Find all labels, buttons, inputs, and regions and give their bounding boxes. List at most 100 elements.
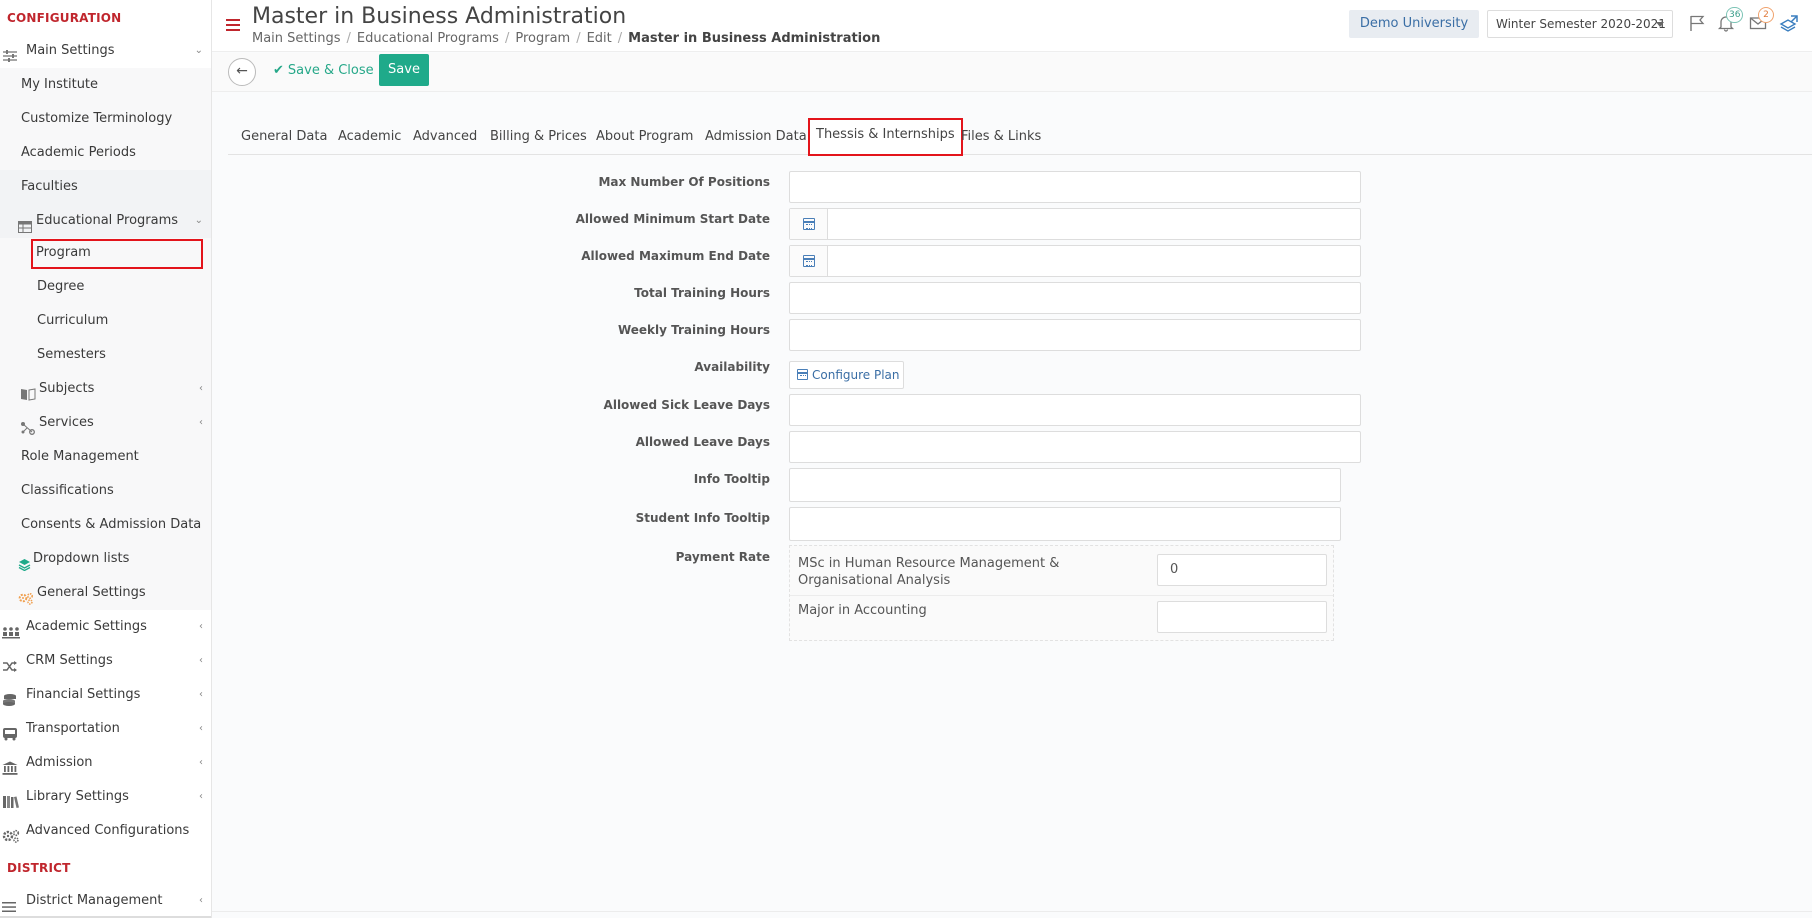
payment-rate-name: MSc in Human Resource Management & Organ… (798, 556, 1060, 588)
info-tooltip-label: Info Tooltip (693, 472, 770, 486)
max-end-date-field[interactable] (789, 245, 1361, 277)
action-toolbar: ← ✔ Save & Close Save (212, 53, 1812, 92)
sidebar-item-consents-admission[interactable]: Consents & Admission Data (0, 508, 211, 542)
sidebar-section-configuration: CONFIGURATION (7, 11, 122, 25)
sidebar-item-library-settings[interactable]: Library Settings ‹ (0, 780, 211, 814)
payment-rate-input[interactable]: 0 (1157, 554, 1327, 586)
sidebar-item-semesters[interactable]: Semesters (0, 338, 211, 372)
weekly-hours-input[interactable] (789, 319, 1361, 351)
top-header: Master in Business Administration Main S… (212, 0, 1812, 52)
date-picker-button[interactable] (790, 209, 828, 239)
total-hours-label: Total Training Hours (634, 286, 770, 300)
sidebar-item-main-settings[interactable]: Main Settings ⌄ (0, 34, 211, 68)
sidebar-item-advanced-configurations[interactable]: Advanced Configurations (0, 814, 211, 848)
tab-general-data[interactable]: General Data (241, 118, 327, 155)
payment-rate-name: Major in Accounting (798, 603, 927, 618)
sidebar-item-admission[interactable]: Admission ‹ (0, 746, 211, 780)
tab-admission-data[interactable]: Admission Data (705, 118, 807, 155)
library-icon (2, 789, 20, 808)
breadcrumb-item[interactable]: Program (515, 31, 570, 46)
configure-plan-button[interactable]: Configure Plan (789, 361, 904, 389)
tab-about-program[interactable]: About Program (596, 118, 693, 155)
min-start-date-field[interactable] (789, 208, 1361, 240)
sidebar-item-label: CRM Settings (26, 653, 113, 668)
flag-icon[interactable] (1688, 14, 1706, 32)
sidebar-item-general-settings[interactable]: General Settings (0, 576, 211, 610)
sidebar-item-label: Subjects (39, 381, 95, 396)
payment-rate-input[interactable] (1157, 601, 1327, 633)
sidebar-item-faculties[interactable]: Faculties (0, 170, 211, 204)
chevron-left-icon: ‹ (199, 655, 203, 666)
layers-icon (18, 551, 32, 571)
chevron-left-icon: ‹ (199, 791, 203, 802)
sidebar-item-my-institute[interactable]: My Institute (0, 68, 211, 102)
sidebar-item-customize-terminology[interactable]: Customize Terminology (0, 102, 211, 136)
chevron-down-icon: ⌄ (194, 45, 203, 56)
back-button[interactable]: ← (228, 58, 256, 86)
max-end-date-label: Allowed Maximum End Date (581, 249, 770, 263)
save-and-close-label: Save & Close (287, 63, 374, 78)
sick-leave-input[interactable] (789, 394, 1361, 426)
institution-icon (2, 755, 20, 775)
sidebar-item-district-management[interactable]: District Management ‹ (0, 884, 211, 918)
sidebar-item-role-management[interactable]: Role Management (0, 440, 211, 474)
tab-academic[interactable]: Academic (338, 118, 401, 155)
sidebar-item-label: District Management (26, 893, 163, 908)
sidebar-item-financial-settings[interactable]: Financial Settings ‹ (0, 678, 211, 712)
semester-select-value: Winter Semester 2020-2021 (1496, 17, 1666, 31)
sidebar-item-label: Educational Programs (36, 213, 179, 228)
sidebar-section-district: DISTRICT (7, 861, 71, 875)
sidebar-item-transportation[interactable]: Transportation ‹ (0, 712, 211, 746)
sidebar-item-classifications[interactable]: Classifications (0, 474, 211, 508)
tab-files-links[interactable]: Files & Links (961, 118, 1041, 155)
sidebar-item-label: Main Settings (26, 43, 115, 58)
sidebar-item-subjects[interactable]: Subjects ‹ (0, 372, 211, 406)
min-start-date-label: Allowed Minimum Start Date (575, 212, 770, 226)
weekly-hours-label: Weekly Training Hours (617, 323, 770, 337)
info-tooltip-input[interactable] (789, 468, 1341, 502)
footer-divider (212, 911, 1812, 912)
sidebar-item-curriculum[interactable]: Curriculum (0, 304, 211, 338)
tab-billing-prices[interactable]: Billing & Prices (490, 118, 587, 155)
envelope-icon[interactable]: 2 (1749, 7, 1774, 32)
hamburger-menu-icon[interactable] (226, 19, 240, 31)
calendar-icon (803, 255, 815, 267)
sidebar-item-academic-periods[interactable]: Academic Periods (0, 136, 211, 170)
bell-icon[interactable]: 36 (1717, 7, 1744, 32)
cogs-icon (2, 823, 20, 843)
leave-days-input[interactable] (789, 431, 1361, 463)
page-title: Master in Business Administration (252, 4, 627, 29)
university-button[interactable]: Demo University (1349, 10, 1479, 38)
sidebar-item-label: Advanced Configurations (26, 823, 190, 838)
sidebar-item-educational-programs[interactable]: Educational Programs ⌄ (0, 204, 211, 238)
bus-icon (2, 721, 20, 740)
save-and-close-button[interactable]: ✔ Save & Close (273, 53, 374, 89)
max-positions-input[interactable] (789, 171, 1361, 203)
semester-select[interactable]: Winter Semester 2020-2021 (1487, 10, 1673, 38)
tab-advanced[interactable]: Advanced (413, 118, 477, 155)
save-button[interactable]: Save (379, 54, 429, 86)
sidebar-item-label: Financial Settings (26, 687, 141, 702)
tab-thessis-internships[interactable]: Thessis & Internships (808, 118, 963, 156)
breadcrumb-item[interactable]: Educational Programs (357, 31, 499, 46)
calendar-icon (803, 218, 815, 230)
student-info-tooltip-label: Student Info Tooltip (635, 511, 770, 525)
sidebar-item-academic-settings[interactable]: Academic Settings ‹ (0, 610, 211, 644)
sidebar-item-dropdown-lists[interactable]: Dropdown lists (0, 542, 211, 576)
layers-switch-icon[interactable] (1779, 14, 1798, 32)
sidebar-item-program[interactable]: Program (30, 238, 204, 270)
sidebar-item-crm-settings[interactable]: CRM Settings ‹ (0, 644, 211, 678)
caret-down-icon (1656, 22, 1664, 27)
chevron-left-icon: ‹ (199, 689, 203, 700)
sidebar-item-degree[interactable]: Degree (0, 270, 211, 304)
sidebar-item-services[interactable]: Services ‹ (0, 406, 211, 440)
book-icon (20, 381, 37, 401)
breadcrumb-item[interactable]: Main Settings (252, 31, 341, 46)
table-icon (18, 213, 34, 233)
date-picker-button[interactable] (790, 246, 828, 276)
breadcrumb-item[interactable]: Edit (587, 31, 612, 46)
people-icon (2, 619, 20, 638)
student-info-tooltip-input[interactable] (789, 507, 1341, 541)
total-hours-input[interactable] (789, 282, 1361, 314)
chevron-down-icon: ⌄ (194, 215, 203, 226)
